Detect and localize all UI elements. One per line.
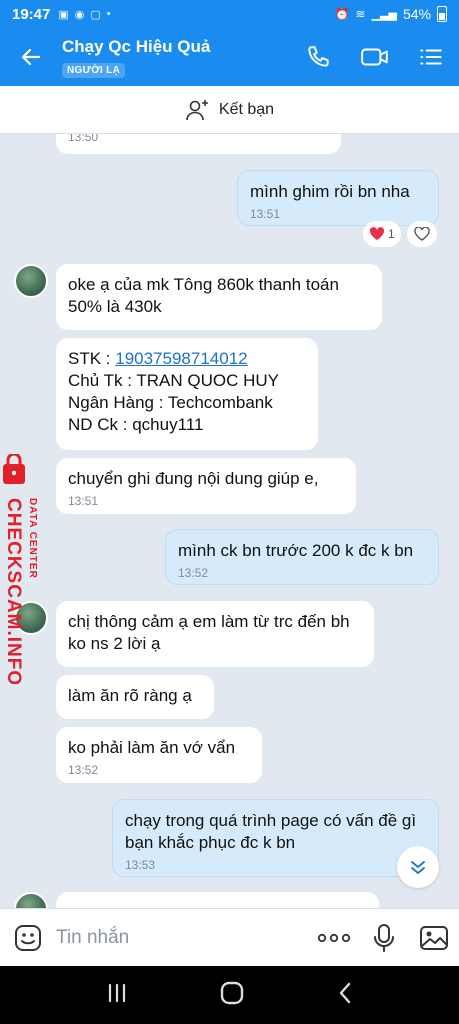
more-dots-icon [317, 933, 351, 942]
message-text: làm ăn rõ ràng ạ [68, 686, 192, 705]
back-nav-button[interactable] [337, 981, 353, 1010]
double-chevron-down-icon [411, 861, 425, 874]
message-time: 13:52 [68, 763, 99, 777]
recents-icon [108, 983, 125, 1002]
message-outgoing[interactable]: mình ck bn trước 200 k đc k bn 13:52 [165, 529, 439, 585]
message-time: 13:51 [68, 494, 99, 508]
message-list[interactable]: 13:50 mình ghim rồi bn nha 13:51 1 oke ạ… [0, 134, 459, 908]
message-outgoing[interactable]: chạy trong quá trình page có vấn đề gì b… [112, 799, 439, 877]
video-camera-icon [361, 48, 388, 66]
add-friend-button[interactable]: Kết bạn [0, 86, 459, 134]
chat-header: Chạy Qc Hiệu Quả NGƯỜI LẠ [0, 28, 459, 86]
recents-button[interactable] [106, 983, 128, 1008]
message-text: mình ghim rồi bn nha [250, 182, 410, 201]
video-call-button[interactable] [347, 28, 403, 86]
message-line: Chủ Tk : TRAN QUOC HUY [68, 371, 279, 390]
call-button[interactable] [291, 28, 347, 86]
status-bar: 19:47 ▣ ◉ ▢ • ⏰ ≋ ▁▃▅ 54% [0, 0, 459, 28]
home-button[interactable] [219, 980, 245, 1011]
message-text: chạy trong quá trình page có vấn đề gì b… [125, 811, 417, 852]
menu-button[interactable] [403, 28, 459, 86]
heart-reaction[interactable]: 1 [363, 221, 401, 247]
wifi-icon: ≋ [355, 7, 366, 21]
stk-label: STK : [68, 349, 116, 368]
sticker-icon [15, 924, 41, 951]
scroll-to-bottom-button[interactable] [397, 846, 439, 888]
message-text: chuyển ghi đung nội dung giúp e, [68, 469, 319, 488]
watermark-line1: DATA CENTER [27, 498, 38, 579]
message-time: 13:51 [250, 207, 281, 221]
heart-icon [369, 227, 385, 240]
back-arrow-icon [21, 48, 41, 66]
add-user-icon [186, 99, 208, 120]
checkscam-watermark: DATA CENTER CHECKSCAM.INFO [3, 454, 38, 684]
phone-icon [308, 46, 329, 67]
message-line: STK : 19037598714012 [68, 348, 306, 370]
notification-icon: ◉ [74, 8, 85, 21]
system-nav-bar [0, 966, 459, 1024]
message-incoming[interactable]: làm ăn rõ ràng ạ [56, 675, 214, 719]
avatar[interactable] [14, 264, 48, 298]
message-text: ko phải làm ăn vớ vẩn [68, 738, 236, 757]
contact-info[interactable]: Chạy Qc Hiệu Quả NGƯỜI LẠ [62, 37, 291, 78]
heart-outline-icon [413, 227, 430, 241]
back-button[interactable] [0, 28, 62, 86]
message-reactions: 1 [363, 221, 437, 247]
message-composer: Tin nhắn [0, 908, 459, 966]
more-options-button[interactable] [309, 933, 359, 943]
add-friend-label: Kết bạn [218, 100, 275, 118]
list-menu-icon [420, 49, 442, 65]
message-incoming[interactable]: oke ạ của mk Tông 860k thanh toán 50% là… [56, 264, 382, 330]
image-icon [420, 925, 448, 950]
message-text: chị thông cảm ạ em làm từ trc đến bh ko … [68, 612, 350, 653]
emoji-button[interactable] [0, 923, 56, 953]
zalo-icon: ▢ [90, 8, 101, 21]
message-incoming[interactable]: STK : 19037598714012 Chủ Tk : TRAN QUOC … [56, 338, 318, 450]
lock-icon [3, 454, 25, 484]
image-button[interactable] [409, 924, 459, 952]
status-time: 19:47 [12, 5, 51, 23]
dot-icon: • [106, 8, 111, 20]
account-number-link[interactable]: 19037598714012 [115, 349, 247, 368]
message-time: 13:53 [125, 858, 156, 872]
alarm-icon: ⏰ [334, 7, 350, 21]
signal-icon: ▁▃▅ [371, 8, 397, 21]
message-line: Ngân Hàng : Techcombank [68, 393, 273, 412]
avatar[interactable] [14, 892, 48, 908]
message-time: 13:52 [178, 566, 209, 580]
message-incoming[interactable] [56, 892, 379, 908]
react-button[interactable] [406, 221, 437, 247]
message-text: mình ck bn trước 200 k đc k bn [178, 541, 414, 560]
notification-icon: ▣ [58, 8, 69, 21]
message-incoming[interactable]: chuyển ghi đung nội dung giúp e, 13:51 [56, 458, 356, 514]
battery-icon [437, 6, 447, 22]
message-time: 13:50 [68, 134, 99, 144]
message-outgoing[interactable]: mình ghim rồi bn nha 13:51 [237, 170, 439, 226]
message-text: oke ạ của mk Tông 860k thanh toán 50% là… [68, 275, 339, 316]
back-chevron-icon [339, 982, 351, 1003]
contact-name: Chạy Qc Hiệu Quả [62, 36, 211, 56]
reaction-count: 1 [388, 227, 395, 241]
message-incoming[interactable]: chị thông cảm ạ em làm từ trc đến bh ko … [56, 601, 374, 667]
home-icon [221, 981, 244, 1004]
message-line: ND Ck : qchuy111 [68, 415, 204, 434]
message-input[interactable]: Tin nhắn [56, 927, 309, 949]
message-incoming[interactable]: 13:50 [56, 134, 341, 154]
voice-button[interactable] [359, 923, 409, 953]
microphone-icon [374, 923, 394, 952]
message-incoming[interactable]: ko phải làm ăn vớ vẩn 13:52 [56, 727, 262, 783]
stranger-badge: NGƯỜI LẠ [62, 62, 126, 78]
watermark-line2: CHECKSCAM.INFO [3, 498, 24, 684]
battery-percent: 54% [402, 6, 431, 22]
